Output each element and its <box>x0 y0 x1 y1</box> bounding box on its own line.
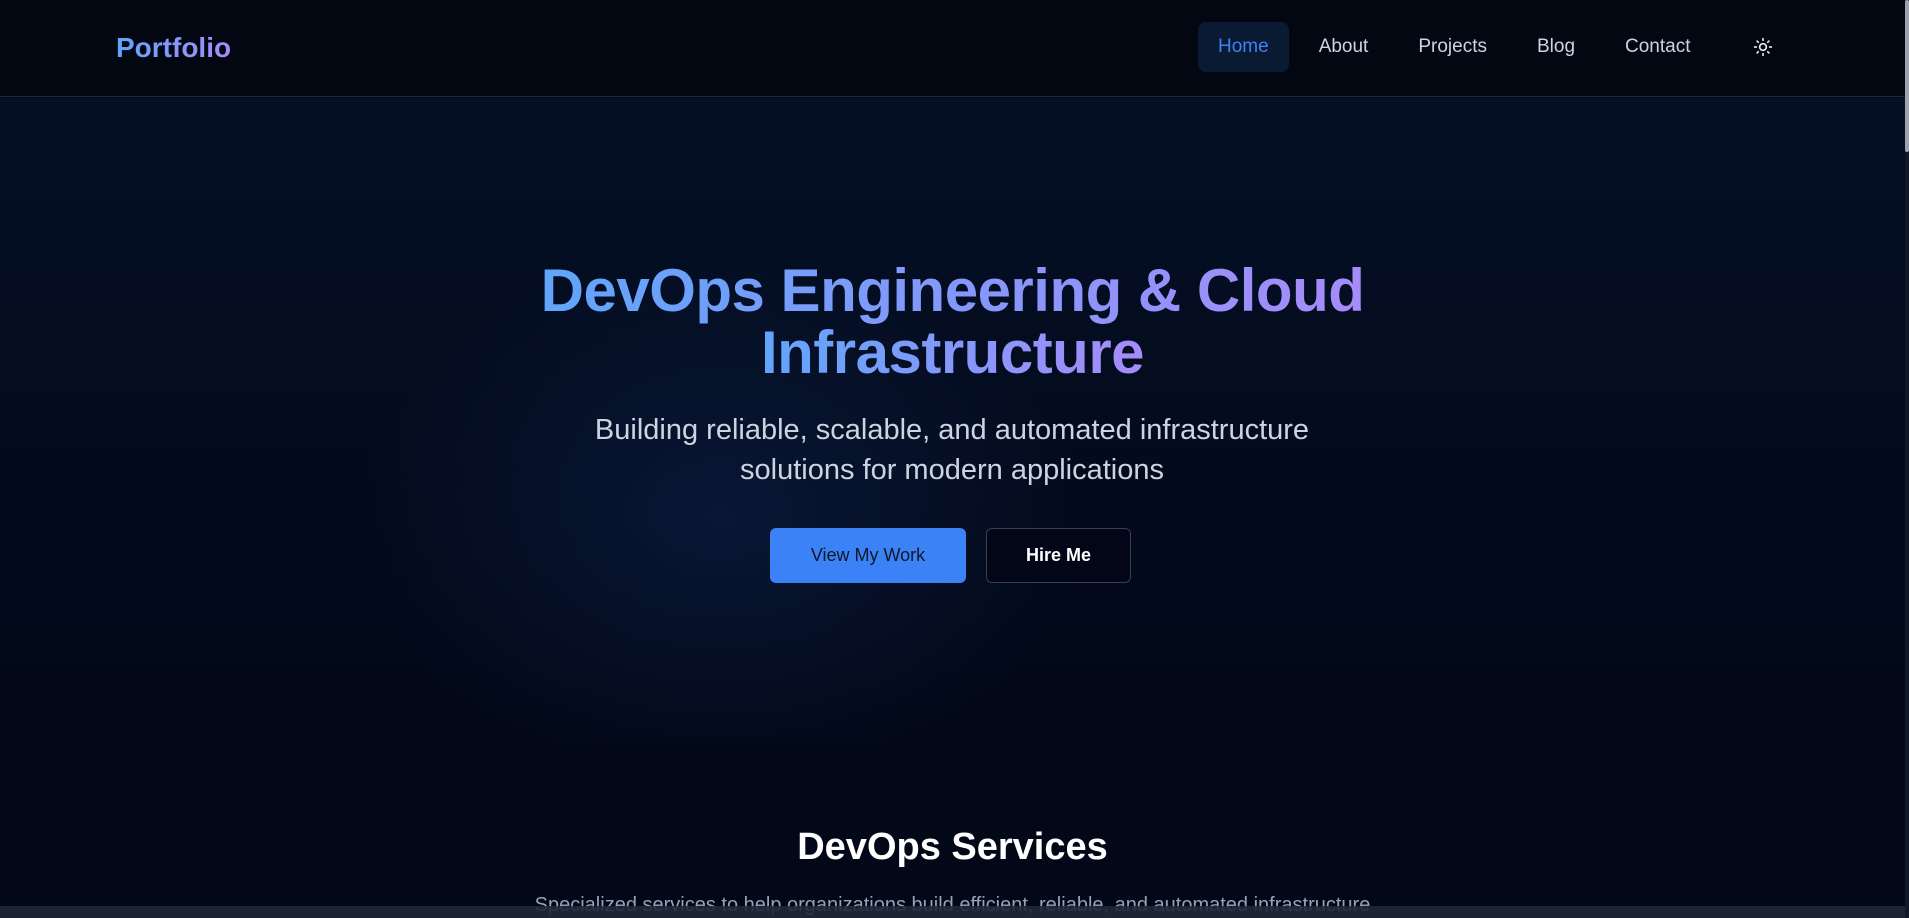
services-title: DevOps Services <box>797 826 1108 868</box>
nav-contact[interactable]: Contact <box>1605 22 1710 72</box>
site-header: Portfolio Home About Projects Blog Conta… <box>0 0 1905 97</box>
nav-blog[interactable]: Blog <box>1517 22 1595 72</box>
hero-title-line2: Infrastructure <box>760 319 1145 386</box>
hero-subtitle: Building reliable, scalable, and automat… <box>552 410 1352 490</box>
nav-projects[interactable]: Projects <box>1398 22 1507 72</box>
view-my-work-button[interactable]: View My Work <box>770 528 966 583</box>
theme-toggle-button[interactable] <box>1748 32 1778 62</box>
nav-about[interactable]: About <box>1299 22 1389 72</box>
scrollbar-thumb[interactable] <box>1905 0 1909 152</box>
logo[interactable]: Portfolio <box>116 28 231 68</box>
nav-home[interactable]: Home <box>1198 22 1289 72</box>
main-nav: Home About Projects Blog Contact <box>1198 22 1721 72</box>
hero-subtitle-line1: Building reliable, scalable, and automat… <box>594 414 1310 446</box>
bottom-edge <box>0 906 1909 918</box>
hero-title: DevOps Engineering & Cloud Infrastructur… <box>0 260 1905 384</box>
hero-section: DevOps Engineering & Cloud Infrastructur… <box>0 98 1905 743</box>
sun-icon <box>1753 37 1773 57</box>
page: Portfolio Home About Projects Blog Conta… <box>0 0 1909 918</box>
hero-subtitle-line2: solutions for modern applications <box>740 454 1164 486</box>
hire-me-button[interactable]: Hire Me <box>986 528 1131 583</box>
hero-title-line1: DevOps Engineering & Cloud <box>540 257 1365 324</box>
